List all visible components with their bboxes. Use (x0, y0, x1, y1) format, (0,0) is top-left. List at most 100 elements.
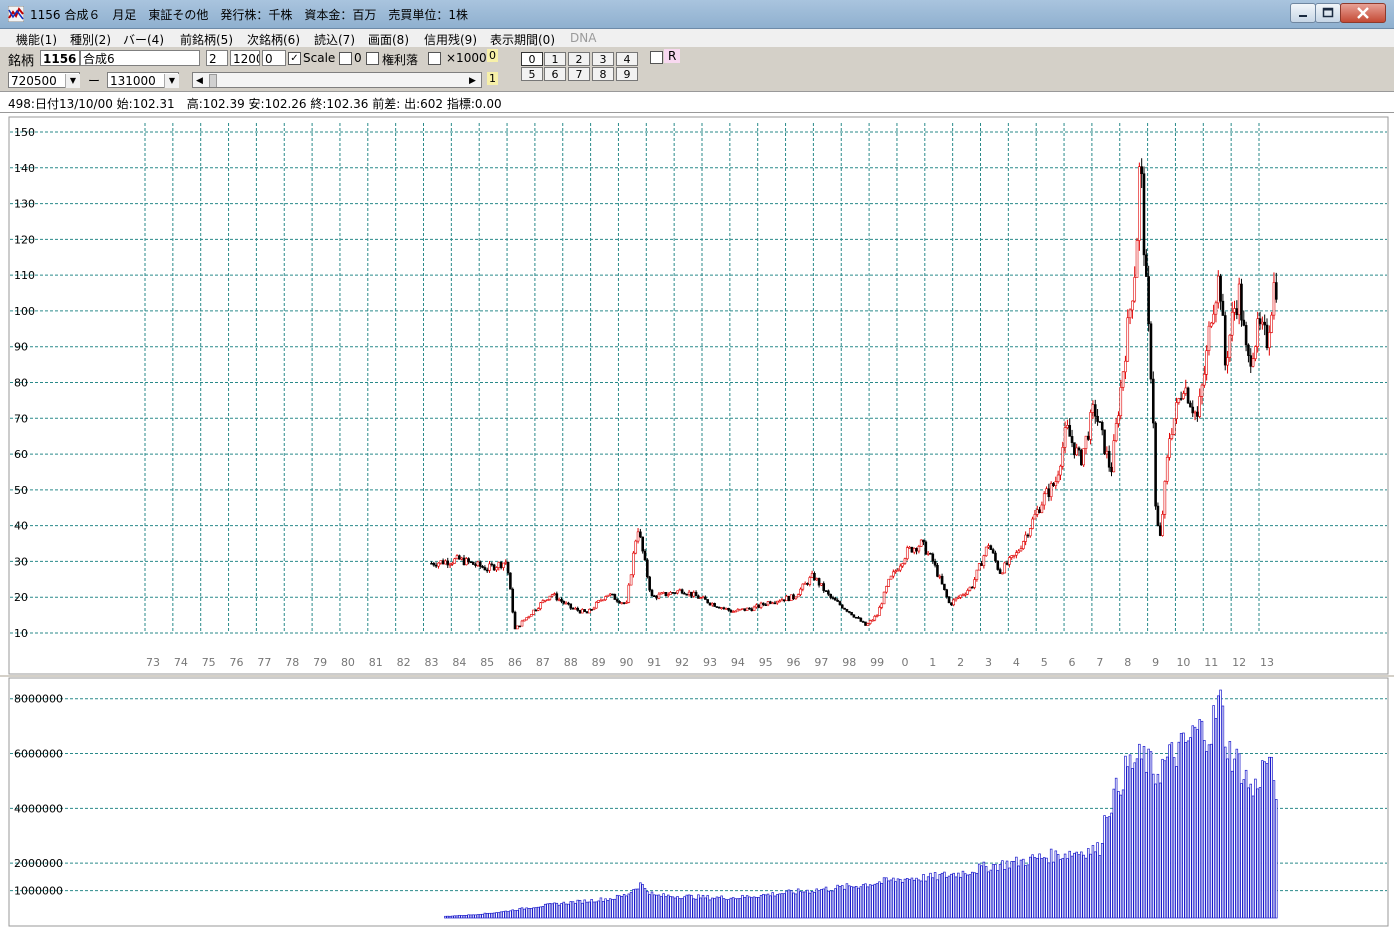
symbol-code-input[interactable]: 1156 (40, 50, 80, 66)
menu-function[interactable]: 機能(1) (16, 31, 57, 48)
volume-bar (523, 908, 526, 919)
date-to-dropdown-icon[interactable]: ▼ (164, 74, 179, 88)
candle-body (989, 545, 993, 550)
digit-button-0[interactable]: 0 (521, 52, 543, 66)
candle-body (961, 594, 965, 597)
param-a-input[interactable]: 2 (206, 50, 228, 66)
maximize-button[interactable] (1315, 3, 1341, 23)
volume-bar (850, 886, 853, 919)
volume-bar (597, 900, 600, 919)
volume-bar (532, 907, 535, 919)
volume-bar (769, 895, 772, 919)
volume-bar (606, 900, 610, 919)
close-button[interactable] (1340, 3, 1386, 23)
candle-body (601, 599, 605, 602)
digit-button-1[interactable]: 1 (544, 52, 566, 66)
candle-body (785, 595, 788, 602)
volume-bar (1163, 760, 1167, 919)
volume-bar (634, 888, 637, 919)
menu-screen[interactable]: 画面(8) (368, 31, 409, 48)
param-c-input[interactable]: 0 (262, 50, 286, 66)
volume-bar (618, 895, 621, 919)
digit-button-2[interactable]: 2 (568, 52, 590, 66)
scroll-right-icon[interactable]: ▶ (469, 73, 476, 87)
candle-body (1110, 466, 1113, 473)
candle-body (1265, 324, 1269, 349)
date-from-dropdown-icon[interactable]: ▼ (65, 74, 80, 88)
price-x-tick-label: 7 (1096, 656, 1103, 669)
candle-body (1019, 548, 1023, 552)
menu-next-symbol[interactable]: 次銘柄(6) (247, 31, 300, 48)
symbol-name-field[interactable]: 合成6 (80, 50, 200, 66)
volume-bar (831, 890, 835, 919)
volume-bar (1015, 856, 1018, 919)
candle-body (606, 594, 610, 597)
menu-dna: DNA (570, 31, 597, 45)
candle-body (520, 620, 524, 627)
candle-body (778, 600, 781, 603)
menu-load[interactable]: 読込(7) (314, 31, 355, 48)
candle-body (1200, 384, 1204, 397)
candle-body (592, 607, 596, 610)
volume-bar (706, 895, 709, 919)
candle-body (437, 562, 440, 567)
scale-checkbox[interactable]: ✓ (288, 52, 301, 65)
menu-type[interactable]: 種別(2) (70, 31, 111, 48)
digit-button-4[interactable]: 4 (616, 52, 638, 66)
candle-body (687, 591, 691, 595)
volume-bar (1091, 845, 1095, 919)
volume-bar (998, 864, 1002, 919)
price-x-tick-label: 96 (787, 656, 801, 669)
volume-bar (1230, 770, 1234, 919)
menu-bar-type[interactable]: バー(4) (123, 31, 164, 48)
candle-body (1022, 541, 1025, 549)
scroll-thumb[interactable] (209, 74, 217, 87)
candle-body (912, 548, 916, 553)
digit-button-6[interactable]: 6 (544, 67, 566, 81)
r-checkbox[interactable] (650, 51, 663, 64)
candle-body (908, 546, 911, 549)
volume-bar (975, 872, 979, 919)
date-from-value: 720500 (11, 74, 57, 88)
volume-y-tick-label: 2000000 (14, 857, 63, 870)
candle-body (799, 588, 802, 595)
candle-body (1103, 429, 1106, 455)
candle-body (708, 602, 712, 606)
volume-bar (824, 886, 828, 919)
volume-bar (632, 889, 635, 919)
digit-button-3[interactable]: 3 (592, 52, 614, 66)
volume-bar (646, 891, 649, 919)
candle-body (864, 621, 867, 626)
candle-body (1149, 323, 1153, 380)
candle-body (966, 590, 969, 595)
candle-body (957, 596, 960, 599)
candle-body (1158, 525, 1162, 536)
volume-bar (873, 883, 877, 919)
menu-prev-symbol[interactable]: 前銘柄(5) (180, 31, 233, 48)
rights-label: 権利落 (382, 53, 419, 67)
rights-checkbox[interactable] (366, 52, 379, 65)
volume-bar (1268, 756, 1271, 919)
candle-body (970, 586, 974, 589)
price-x-tick-label: 11 (1204, 656, 1218, 669)
candle-body (567, 602, 570, 605)
scroll-left-icon[interactable]: ◀ (196, 73, 203, 87)
candle-body (1086, 435, 1090, 440)
minimize-button[interactable] (1290, 3, 1316, 23)
volume-bar (595, 901, 598, 919)
digit-button-7[interactable]: 7 (568, 67, 590, 81)
candle-body (659, 592, 663, 595)
param-b-input[interactable]: 1200 (230, 50, 260, 66)
x1000-checkbox[interactable] (428, 52, 441, 65)
volume-bar (683, 896, 686, 919)
period-scrollbar[interactable]: ◀ ▶ (192, 72, 482, 88)
digit-button-9[interactable]: 9 (616, 67, 638, 81)
menu-display-period[interactable]: 表示期間(0) (490, 31, 555, 48)
candle-body (963, 593, 967, 596)
digit-button-5[interactable]: 5 (521, 67, 543, 81)
menu-margin[interactable]: 信用残(9) (424, 31, 477, 48)
zero-checkbox[interactable] (339, 52, 352, 65)
candle-body (715, 606, 719, 608)
digit-button-8[interactable]: 8 (592, 67, 614, 81)
candle-body (1165, 457, 1169, 482)
